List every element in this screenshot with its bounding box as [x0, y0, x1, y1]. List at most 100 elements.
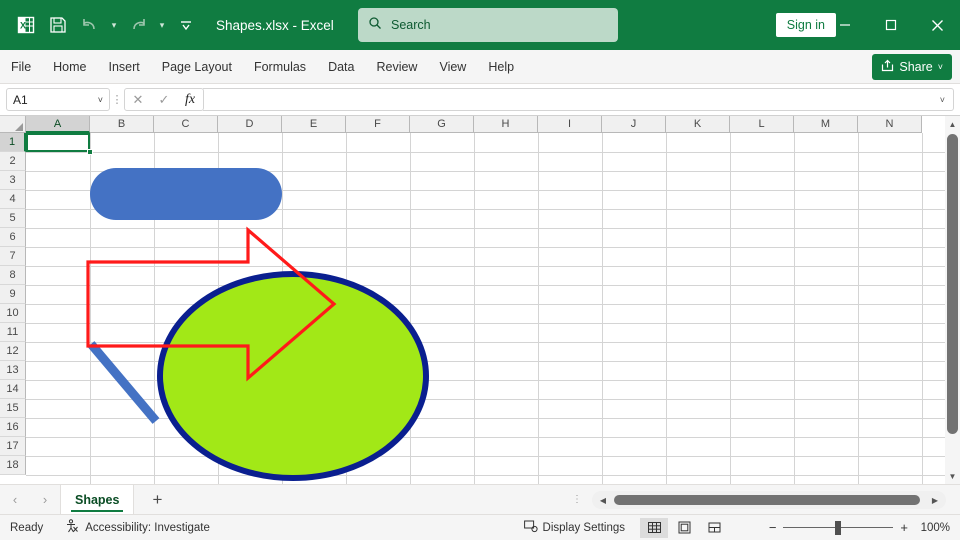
page-break-preview-button[interactable] — [700, 518, 728, 538]
row-header-2[interactable]: 2 — [0, 152, 26, 171]
accessibility-status[interactable]: Accessibility: Investigate — [65, 519, 210, 536]
column-header-i[interactable]: I — [538, 116, 602, 133]
close-button[interactable] — [914, 0, 960, 50]
cancel-formula-icon[interactable]: ✕ — [125, 92, 151, 108]
row-header-8[interactable]: 8 — [0, 266, 26, 285]
column-header-m[interactable]: M — [794, 116, 858, 133]
scroll-right-icon[interactable]: ▶ — [924, 496, 946, 505]
row-header-11[interactable]: 11 — [0, 323, 26, 342]
vertical-scroll-thumb[interactable] — [947, 134, 958, 434]
ribbon-tab-page-layout[interactable]: Page Layout — [151, 50, 243, 84]
row-header-1[interactable]: 1 — [0, 133, 26, 152]
column-header-b[interactable]: B — [90, 116, 154, 133]
select-all-corner[interactable] — [0, 116, 26, 133]
column-header-a[interactable]: A — [26, 116, 90, 133]
search-box[interactable]: Search — [358, 8, 618, 42]
page-layout-view-button[interactable] — [670, 518, 698, 538]
horizontal-scroll-thumb[interactable] — [614, 495, 920, 505]
column-header-d[interactable]: D — [218, 116, 282, 133]
save-icon[interactable] — [42, 9, 74, 41]
row-header-3[interactable]: 3 — [0, 171, 26, 190]
ribbon-tab-insert[interactable]: Insert — [98, 50, 151, 84]
row-header-18[interactable]: 18 — [0, 456, 26, 475]
row-header-5[interactable]: 5 — [0, 209, 26, 228]
zoom-level-label[interactable]: 100% — [921, 522, 950, 534]
redo-icon[interactable] — [122, 9, 154, 41]
row-header-14[interactable]: 14 — [0, 380, 26, 399]
sheet-tab-shapes[interactable]: Shapes — [60, 484, 135, 515]
tab-split-handle[interactable]: ⋮ — [572, 494, 582, 505]
row-header-6[interactable]: 6 — [0, 228, 26, 247]
ribbon-tab-file[interactable]: File — [0, 50, 42, 84]
normal-view-button[interactable] — [640, 517, 668, 538]
scroll-left-icon[interactable]: ◀ — [592, 496, 614, 505]
ribbon-tab-view[interactable]: View — [428, 50, 477, 84]
ribbon-tab-bar: File Home Insert Page Layout Formulas Da… — [0, 50, 960, 84]
formula-bar-handle[interactable]: ⋮ — [110, 93, 124, 106]
fill-handle[interactable] — [87, 149, 93, 155]
zoom-in-button[interactable]: + — [900, 520, 908, 535]
vertical-scroll-track[interactable] — [945, 132, 960, 468]
name-box-chevron-down-icon[interactable]: ˅ — [98, 95, 103, 105]
next-sheet-button[interactable]: › — [30, 492, 60, 507]
row-header-10[interactable]: 10 — [0, 304, 26, 323]
column-header-f[interactable]: F — [346, 116, 410, 133]
column-header-k[interactable]: K — [666, 116, 730, 133]
redo-chevron-down-icon[interactable]: ▾ — [154, 9, 170, 41]
column-header-h[interactable]: H — [474, 116, 538, 133]
zoom-slider[interactable] — [783, 520, 894, 535]
scroll-down-icon[interactable]: ▼ — [945, 468, 960, 484]
horizontal-scroll-track[interactable] — [614, 491, 924, 509]
column-header-g[interactable]: G — [410, 116, 474, 133]
accessibility-label: Accessibility: Investigate — [85, 521, 210, 534]
row-header-9[interactable]: 9 — [0, 285, 26, 304]
row-header-4[interactable]: 4 — [0, 190, 26, 209]
enter-formula-icon[interactable]: ✓ — [151, 92, 177, 108]
row-header-15[interactable]: 15 — [0, 399, 26, 418]
share-icon — [881, 59, 894, 75]
vertical-scrollbar[interactable]: ▲ ▼ — [945, 116, 960, 484]
column-header-j[interactable]: J — [602, 116, 666, 133]
formula-action-group: ✕ ✓ fx — [124, 88, 204, 111]
add-sheet-button[interactable]: + — [134, 490, 180, 510]
maximize-button[interactable] — [868, 0, 914, 50]
undo-icon[interactable] — [74, 9, 106, 41]
row-header-17[interactable]: 17 — [0, 437, 26, 456]
ribbon-tab-home[interactable]: Home — [42, 50, 97, 84]
expand-formula-bar-chevron-icon[interactable]: ˅ — [940, 95, 945, 105]
previous-sheet-button[interactable]: ‹ — [0, 492, 30, 507]
view-buttons — [640, 517, 728, 538]
column-header-c[interactable]: C — [154, 116, 218, 133]
ribbon-tab-review[interactable]: Review — [365, 50, 428, 84]
ribbon-tab-help[interactable]: Help — [477, 50, 525, 84]
zoom-out-button[interactable]: − — [769, 520, 777, 535]
rounded-rectangle-shape[interactable] — [90, 168, 282, 220]
zoom-slider-thumb[interactable] — [835, 520, 842, 535]
column-header-l[interactable]: L — [730, 116, 794, 133]
active-cell-selection[interactable] — [26, 133, 90, 152]
insert-function-icon[interactable]: fx — [177, 92, 203, 108]
customize-quick-access-toolbar-icon[interactable] — [170, 9, 202, 41]
share-button[interactable]: Share ˅ — [872, 54, 952, 80]
display-settings-button[interactable]: Display Settings — [523, 520, 625, 536]
ellipse-shape[interactable] — [157, 271, 429, 481]
scroll-up-icon[interactable]: ▲ — [945, 116, 960, 132]
row-header-16[interactable]: 16 — [0, 418, 26, 437]
name-box[interactable]: A1 ˅ — [6, 88, 110, 111]
formula-input[interactable]: ˅ — [203, 88, 954, 111]
minimize-button[interactable] — [822, 0, 868, 50]
status-text: Ready — [10, 521, 44, 534]
diagonal-line-shape[interactable] — [87, 341, 160, 424]
horizontal-scrollbar[interactable]: ◀ ▶ — [592, 491, 946, 509]
ribbon-tab-data[interactable]: Data — [317, 50, 365, 84]
row-header-13[interactable]: 13 — [0, 361, 26, 380]
undo-chevron-down-icon[interactable]: ▾ — [106, 9, 122, 41]
row-header-12[interactable]: 12 — [0, 342, 26, 361]
drawing-canvas — [86, 168, 429, 481]
ribbon-tab-formulas[interactable]: Formulas — [243, 50, 317, 84]
column-header-e[interactable]: E — [282, 116, 346, 133]
column-header-n[interactable]: N — [858, 116, 922, 133]
cell-area[interactable] — [26, 133, 960, 484]
display-settings-icon — [523, 520, 538, 536]
row-header-7[interactable]: 7 — [0, 247, 26, 266]
